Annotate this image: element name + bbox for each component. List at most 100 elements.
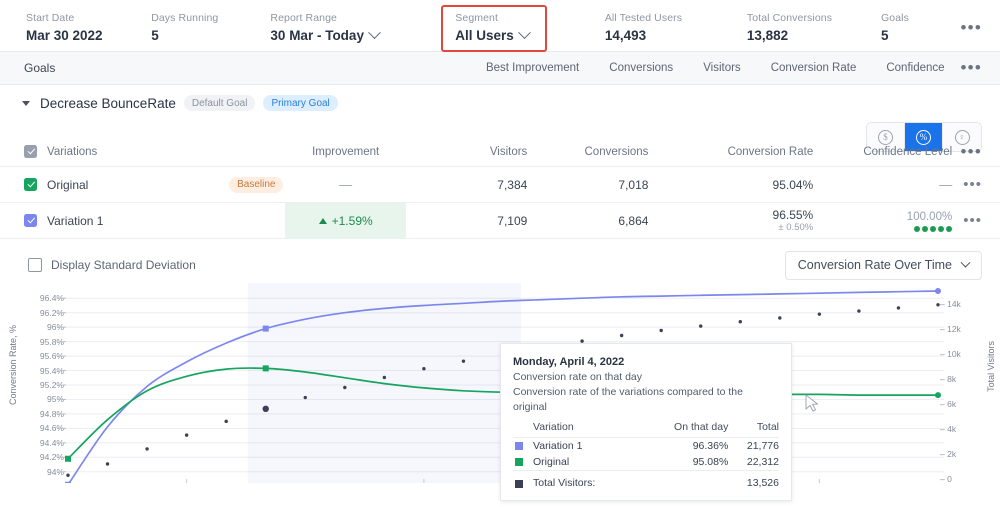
variation-label: Variation 1 [47, 214, 103, 228]
variation-label: Original [47, 178, 88, 192]
header-cell-conversions[interactable]: Conversions [527, 146, 648, 158]
stat-label: Report Range [270, 11, 447, 25]
stat-report-range[interactable]: Report Range 30 Mar - Today [270, 9, 447, 45]
tooltip-total: 22,312 [728, 454, 779, 471]
stat-value: 5 [881, 26, 960, 45]
summary-topbar: Start Date Mar 30 2022 Days Running 5 Re… [0, 0, 1000, 52]
row-conversion-rate: 96.55% ± 0.50% [648, 208, 813, 234]
table-row[interactable]: Original Baseline — 7,384 7,018 95.04% —… [0, 167, 1000, 203]
chart-tooltip: Monday, April 4, 2022 Conversion rate on… [500, 343, 792, 501]
stat-value[interactable]: 30 Mar - Today [270, 26, 447, 45]
goals-column-visitors[interactable]: Visitors [703, 62, 741, 74]
goals-strip-title: Goals [24, 61, 55, 75]
stat-label: All Tested Users [605, 11, 747, 25]
stat-value-text: 14,493 [605, 26, 646, 45]
conversion-rate-margin: ± 0.50% [648, 222, 813, 234]
chart-controls: Display Standard Deviation Conversion Ra… [0, 239, 1000, 279]
conversion-rate-value: 95.04% [648, 178, 813, 192]
tooltip-series-label: Original [533, 456, 569, 468]
chevron-down-icon[interactable] [961, 257, 971, 267]
stat-label: Segment [455, 11, 529, 25]
tooltip-series-name: Variation 1 [513, 438, 643, 455]
stat-all-tested-users: All Tested Users 14,493 [605, 9, 747, 45]
row-checkbox[interactable] [24, 178, 37, 191]
stat-total-conversions: Total Conversions 13,882 [747, 9, 881, 45]
std-dev-toggle[interactable]: Display Standard Deviation [28, 258, 196, 272]
tooltip-footer-label: Total Visitors: [533, 477, 595, 489]
row-variation-name: Variation 1 [24, 214, 228, 228]
improvement-value: — [339, 177, 352, 192]
tooltip-line-1: Conversion rate on that day [513, 370, 779, 385]
tooltip-on-that-day: 96.36% [643, 438, 729, 455]
row-confidence: 100.00% [813, 210, 952, 232]
row-confidence: — [813, 177, 952, 192]
tooltip-row: Variation 1 96.36% 21,776 [513, 438, 779, 455]
stat-label: Total Conversions [747, 11, 881, 25]
table-overflow-menu-icon[interactable]: ••• [952, 147, 982, 157]
table-row[interactable]: Variation 1 +1.59% 7,109 6,864 96.55% ± … [0, 203, 1000, 239]
goals-strip-overflow-menu-icon[interactable]: ••• [961, 63, 982, 73]
select-all-checkbox[interactable] [24, 145, 37, 158]
variations-table-header: Variations Improvement Visitors Conversi… [0, 137, 1000, 167]
tooltip-series-label: Variation 1 [533, 440, 582, 452]
chevron-down-icon[interactable] [22, 101, 30, 106]
analytics-report-page: Start Date Mar 30 2022 Days Running 5 Re… [0, 0, 1000, 507]
badge-primary-goal: Primary Goal [263, 95, 337, 111]
header-cell-improvement[interactable]: Improvement [285, 146, 406, 158]
goals-column-conversion-rate[interactable]: Conversion Rate [771, 62, 857, 74]
std-dev-label: Display Standard Deviation [51, 258, 196, 272]
legend-swatch-total-visitors [515, 480, 523, 488]
row-conversion-rate: 95.04% [648, 178, 813, 192]
row-checkbox[interactable] [24, 214, 37, 227]
goal-header-row[interactable]: Decrease BounceRate Default Goal Primary… [0, 85, 1000, 115]
topbar-overflow-menu-icon[interactable]: ••• [961, 23, 982, 33]
variations-table: Variations Improvement Visitors Conversi… [0, 137, 1000, 239]
conversion-rate-value: 96.55% [648, 208, 813, 222]
triangle-up-icon [319, 218, 327, 224]
metric-select-dropdown[interactable]: Conversion Rate Over Time [785, 251, 982, 280]
goals-column-conversions[interactable]: Conversions [609, 62, 673, 74]
confidence-value: — [813, 177, 952, 192]
legend-swatch-original [515, 458, 523, 466]
confidence-value: 100.00% [813, 210, 952, 224]
stat-segment[interactable]: Segment All Users [441, 5, 547, 52]
tooltip-series-name: Original [513, 454, 643, 471]
confidence-dots [813, 226, 952, 232]
metric-select-value: Conversion Rate Over Time [798, 258, 952, 272]
header-cell-conversion-rate[interactable]: Conversion Rate [648, 146, 813, 158]
row-conversions: 6,864 [527, 214, 648, 228]
stat-value-text: 5 [151, 26, 159, 45]
header-cell-variations: Variations [24, 145, 228, 158]
std-dev-checkbox[interactable] [28, 258, 42, 272]
mouse-cursor-icon [806, 395, 818, 411]
row-overflow-menu-icon[interactable]: ••• [952, 217, 982, 225]
tooltip-date: Monday, April 4, 2022 [513, 354, 779, 370]
tooltip-total: 21,776 [728, 438, 779, 455]
column-label: Variations [47, 146, 97, 158]
chevron-down-icon[interactable] [518, 26, 531, 39]
goals-strip-columns: Best Improvement Conversions Visitors Co… [486, 62, 982, 74]
stat-label: Goals [881, 11, 960, 25]
goal-name: Decrease BounceRate [40, 96, 176, 111]
row-variation-name: Original [24, 178, 228, 192]
row-conversions: 7,018 [527, 178, 648, 192]
stat-goals: Goals 5 [881, 9, 960, 45]
tooltip-on-that-day: 95.08% [643, 454, 729, 471]
tooltip-line-2: Conversion rate of the variations compar… [513, 385, 779, 415]
stat-value-text: All Users [455, 26, 514, 45]
row-improvement: +1.59% [285, 203, 406, 239]
row-overflow-menu-icon[interactable]: ••• [952, 181, 982, 189]
stat-value[interactable]: All Users [455, 26, 529, 45]
goals-column-confidence[interactable]: Confidence [886, 62, 944, 74]
stat-value: 14,493 [605, 26, 747, 45]
stat-value: 13,882 [747, 26, 881, 45]
tooltip-footer-row: Total Visitors: 13,526 [513, 471, 779, 492]
badge-baseline: Baseline [229, 177, 283, 193]
stat-value-text: 5 [881, 26, 889, 45]
header-cell-confidence-level[interactable]: Confidence Level [813, 146, 952, 158]
header-cell-visitors[interactable]: Visitors [406, 146, 527, 158]
tooltip-header-row: Variation On that day Total [513, 420, 779, 438]
stat-label: Start Date [26, 11, 151, 25]
goals-column-best-improvement[interactable]: Best Improvement [486, 62, 579, 74]
chevron-down-icon[interactable] [368, 26, 381, 39]
